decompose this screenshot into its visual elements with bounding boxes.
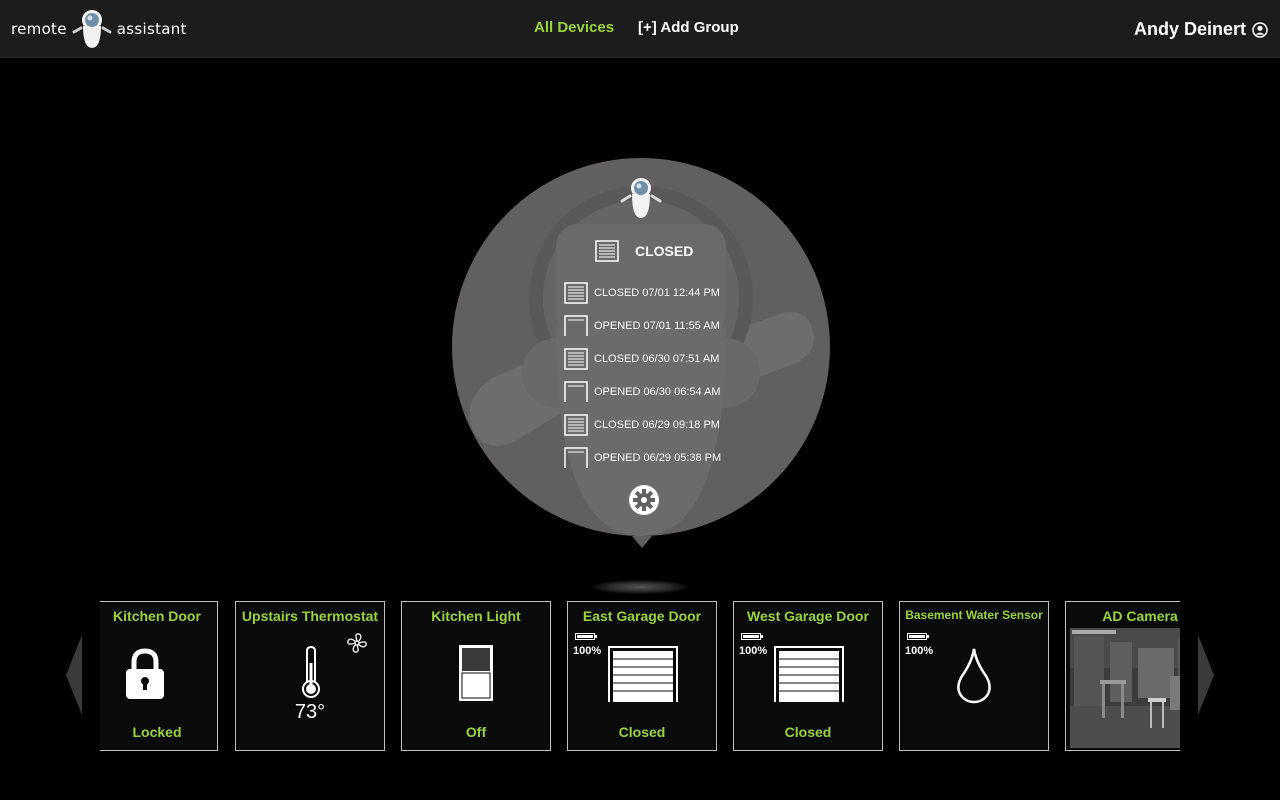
- history-text: OPENED 06/29 05:38 PM: [594, 451, 722, 464]
- carousel-next-arrow-icon[interactable]: [1198, 635, 1214, 715]
- battery-icon: [741, 633, 763, 640]
- current-status: CLOSED: [595, 240, 693, 262]
- camera-feed-image: [1070, 628, 1180, 748]
- device-card[interactable]: Basement Water Sensor 100%: [899, 601, 1049, 751]
- battery-level: 100%: [573, 645, 602, 657]
- garage-door-open-icon: [564, 380, 588, 402]
- battery-level: 100%: [739, 645, 768, 657]
- device-card[interactable]: East Garage Door 100% Closed: [567, 601, 717, 751]
- device-name: East Garage Door: [582, 608, 702, 624]
- settings-gear-icon[interactable]: [628, 484, 660, 516]
- history-text: CLOSED 07/01 12:44 PM: [594, 286, 720, 299]
- device-card[interactable]: Upstairs Thermostat 73°: [235, 601, 385, 751]
- history-text: CLOSED 06/30 07:51 AM: [594, 352, 720, 365]
- battery-icon: [575, 633, 597, 640]
- thermostat-temperature: 73°: [294, 701, 326, 723]
- garage-door-closed-icon: [595, 240, 619, 262]
- history-item: OPENED 07/01 11:55 AM: [564, 309, 721, 342]
- robot-logo-icon: [72, 10, 112, 48]
- device-carousel: Kitchen Door Locked Upstairs Thermostat: [100, 601, 1180, 751]
- history-text: OPENED 06/30 06:54 AM: [594, 385, 721, 398]
- main-nav: All Devices [+] Add Group: [534, 19, 739, 36]
- panel-pointer: [632, 536, 652, 548]
- brand-word-left: remote: [11, 20, 67, 38]
- device-status: Closed: [618, 724, 666, 740]
- history-item: OPENED 06/29 05:38 PM: [564, 441, 721, 474]
- status-text: CLOSED: [635, 243, 694, 259]
- brand-word-right: assistant: [116, 20, 187, 38]
- carousel-prev-arrow-icon[interactable]: [66, 635, 82, 715]
- fan-icon: [347, 633, 367, 653]
- history-text: OPENED 07/01 11:55 AM: [594, 319, 720, 332]
- battery-level: 100%: [905, 645, 934, 657]
- device-name: Upstairs Thermostat: [241, 608, 379, 624]
- device-status: Off: [465, 724, 487, 740]
- water-drop-icon: [957, 648, 991, 704]
- brand-logo[interactable]: remote assistant: [11, 8, 187, 50]
- event-history: CLOSED 07/01 12:44 PM OPENED 07/01 11:55…: [564, 276, 721, 474]
- device-card[interactable]: AD Camera: [1065, 601, 1180, 751]
- history-item: CLOSED 07/01 12:44 PM: [564, 276, 721, 309]
- user-name: Andy Deinert: [1133, 19, 1246, 39]
- garage-door-closed-icon: [564, 347, 588, 370]
- nav-all-devices[interactable]: All Devices: [534, 19, 614, 36]
- device-name: West Garage Door: [747, 608, 869, 624]
- nav-add-group[interactable]: [+] Add Group: [638, 19, 739, 36]
- device-card[interactable]: Kitchen Light Off: [401, 601, 551, 751]
- user-menu[interactable]: Andy Deinert: [1134, 19, 1268, 40]
- garage-door-icon: [774, 646, 844, 702]
- light-switch-icon: [459, 645, 493, 701]
- garage-door-open-icon: [564, 314, 588, 336]
- device-name: AD Camera: [1102, 608, 1178, 624]
- device-name: Kitchen Light: [431, 608, 521, 624]
- history-text: CLOSED 06/29 09:18 PM: [594, 418, 720, 431]
- garage-door-closed-icon: [564, 281, 588, 304]
- garage-door-closed-icon: [564, 413, 588, 436]
- robot-base-glow: [592, 580, 688, 594]
- device-status: Locked: [132, 724, 182, 740]
- top-bar: remote assistant All Devices [+] Add Gro…: [0, 0, 1280, 58]
- robot-small-icon: [620, 178, 662, 218]
- device-card[interactable]: Kitchen Door Locked: [100, 601, 218, 751]
- history-item: CLOSED 06/29 09:18 PM: [564, 408, 721, 441]
- device-name: Basement Water Sensor: [905, 608, 1043, 622]
- user-account-icon: [1252, 21, 1268, 38]
- device-card[interactable]: West Garage Door 100% Closed: [733, 601, 883, 751]
- history-item: CLOSED 06/30 07:51 AM: [564, 342, 721, 375]
- device-status: Closed: [784, 724, 832, 740]
- thermometer-icon: [302, 645, 320, 698]
- device-detail-panel: CLOSED CLOSED 07/01 12:44 PM OPENED 07/0…: [452, 158, 830, 536]
- lock-icon: [126, 648, 164, 699]
- garage-door-icon: [608, 646, 678, 702]
- battery-icon: [907, 633, 929, 640]
- device-name: Kitchen Door: [113, 608, 201, 624]
- history-item: OPENED 06/30 06:54 AM: [564, 375, 721, 408]
- garage-door-open-icon: [564, 446, 588, 468]
